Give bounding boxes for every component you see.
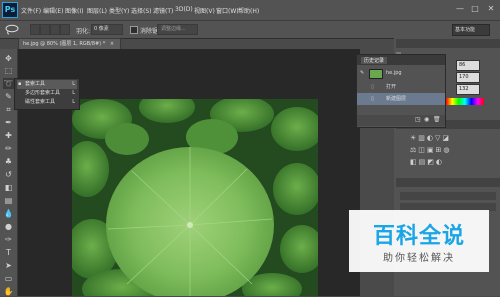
quick-select-tool-icon[interactable]: ✎ (3, 91, 14, 102)
healing-brush-icon[interactable]: ✚ (3, 130, 14, 141)
menu-file[interactable]: 文件(F) (21, 6, 41, 15)
new-snapshot-icon[interactable]: ◳ (415, 116, 421, 123)
marquee-tool-icon[interactable]: ⬚ (3, 65, 14, 76)
color-value-b[interactable]: 132 (456, 84, 480, 95)
type-tool-icon[interactable]: T (3, 247, 14, 258)
flyout-item-polygon-lasso[interactable]: 多边形套索工具 L (17, 89, 77, 98)
feather-input[interactable]: 0 像素 (91, 24, 123, 35)
refine-edge-button[interactable]: 调整边缘... (157, 24, 198, 35)
layers-panel-tabs[interactable] (396, 178, 500, 187)
tab-close-icon[interactable]: × (110, 41, 114, 47)
history-item-open[interactable]: ▯ 打开 (357, 81, 445, 93)
history-item-label: 打开 (386, 84, 397, 90)
history-brush-icon[interactable]: ↺ (3, 169, 14, 180)
brush-source-icon[interactable]: ✎ (360, 67, 364, 79)
blur-tool-icon[interactable]: 💧 (3, 208, 14, 219)
minimize-icon[interactable]: — (454, 3, 466, 14)
color-value-r[interactable]: 86 (456, 60, 480, 71)
watermark-subtitle: 助你轻松解决 (383, 253, 455, 264)
menu-window[interactable]: 窗口(W) (216, 6, 239, 15)
add-selection-button[interactable] (40, 24, 50, 35)
history-item-label: he.jpg (386, 70, 402, 76)
trash-icon[interactable]: 🗑 (433, 116, 441, 123)
history-panel: 历史记录 ✎ he.jpg ▯ 打开 ▯ 新建图层 ◳ ◉ 🗑 (356, 54, 446, 128)
flyout-item-label: 套索工具 (25, 81, 46, 87)
watermark-title: 百科全说 (372, 224, 465, 249)
antialias-checkbox[interactable] (130, 26, 138, 34)
photoshop-logo: Ps (2, 2, 18, 18)
menu-3d[interactable]: 3D(D) (175, 6, 193, 13)
new-selection-button[interactable] (30, 24, 40, 35)
hand-tool-icon[interactable]: ✋ (3, 286, 14, 297)
move-tool-icon[interactable]: ✥ (3, 53, 14, 64)
lasso-tool-icon[interactable]: ➰ (3, 78, 14, 89)
color-spectrum-bar[interactable] (446, 98, 484, 105)
menu-type[interactable]: 类型(Y) (109, 6, 129, 15)
pen-tool-icon[interactable]: ✑ (3, 234, 14, 245)
lasso-flyout-menu: ▪ 套索工具 L 多边形套索工具 L 磁性套索工具 L (14, 78, 80, 110)
flyout-item-lasso[interactable]: ▪ 套索工具 L (17, 80, 77, 89)
subtract-selection-button[interactable] (50, 24, 60, 35)
menu-view[interactable]: 视图(V) (194, 6, 215, 15)
shape-tool-icon[interactable]: ▭ (3, 273, 14, 284)
options-bar: 羽化: 0 像素 消除锯齿 调整边缘... (0, 21, 500, 39)
workspace-select[interactable]: 基本功能 (452, 24, 490, 36)
color-value-g[interactable]: 170 (456, 72, 480, 83)
adjustment-icons-grid[interactable]: ☀▥◐▽◪ ⚖◫▣⊞◍ ◧▤◩◐ (410, 132, 486, 168)
menu-help[interactable]: 帮助(H) (238, 6, 259, 15)
history-snapshot-row[interactable]: ✎ he.jpg (357, 67, 445, 79)
intersect-selection-button[interactable] (60, 24, 70, 35)
history-item-label: 新建图层 (386, 96, 407, 102)
crop-tool-icon[interactable]: ⌗ (3, 104, 14, 115)
document-tab-title: he.jpg @ 80% (图层 1, RGB/8#) * (23, 41, 106, 47)
lotus-leaves-image (72, 99, 318, 296)
flyout-item-label: 多边形套索工具 (25, 90, 61, 96)
close-icon[interactable]: ✕ (485, 3, 497, 14)
flyout-item-label: 磁性套索工具 (25, 99, 56, 105)
flyout-item-shortcut: L (72, 81, 75, 87)
clone-stamp-icon[interactable]: ♣ (3, 156, 14, 167)
history-panel-header: 历史记录 (357, 55, 445, 65)
document-icon: ▯ (371, 96, 374, 102)
gradient-tool-icon[interactable]: ▤ (3, 195, 14, 206)
history-tab[interactable]: 历史记录 (361, 57, 388, 64)
menu-bar: Ps 文件(F) 编辑(E) 图像(I) 图层(L) 类型(Y) 选择(S) 滤… (0, 0, 500, 21)
flyout-item-shortcut: L (72, 99, 75, 105)
path-select-icon[interactable]: ➤ (3, 260, 14, 271)
history-item-new-layer[interactable]: ▯ 新建图层 (357, 93, 445, 105)
menu-filter[interactable]: 滤镜(T) (153, 6, 173, 15)
brush-tool-icon[interactable]: ✏ (3, 143, 14, 154)
layer-filter-row[interactable] (400, 192, 496, 200)
eraser-tool-icon[interactable]: ◧ (3, 182, 14, 193)
document-icon: ▯ (371, 84, 374, 90)
menu-edit[interactable]: 编辑(E) (43, 6, 63, 15)
menu-image[interactable]: 图像(I) (65, 6, 83, 15)
feather-label: 羽化: (76, 28, 91, 35)
menu-layer[interactable]: 图层(L) (87, 6, 107, 15)
lotus-leaf-photo[interactable] (72, 99, 318, 296)
flyout-item-shortcut: L (72, 90, 75, 96)
color-panel-tabs[interactable] (396, 39, 500, 48)
eyedropper-tool-icon[interactable]: ✒ (3, 117, 14, 128)
lasso-icon[interactable] (4, 24, 20, 35)
maximize-icon[interactable]: □ (469, 3, 481, 14)
snapshot-thumbnail (369, 69, 383, 79)
bullet-icon: ▪ (18, 81, 22, 87)
flyout-item-magnetic-lasso[interactable]: 磁性套索工具 L (17, 98, 77, 107)
dodge-tool-icon[interactable]: ● (3, 221, 14, 232)
history-footer: ◳ ◉ 🗑 (357, 115, 445, 126)
camera-icon[interactable]: ◉ (424, 116, 429, 123)
menu-select[interactable]: 选择(S) (131, 6, 152, 15)
